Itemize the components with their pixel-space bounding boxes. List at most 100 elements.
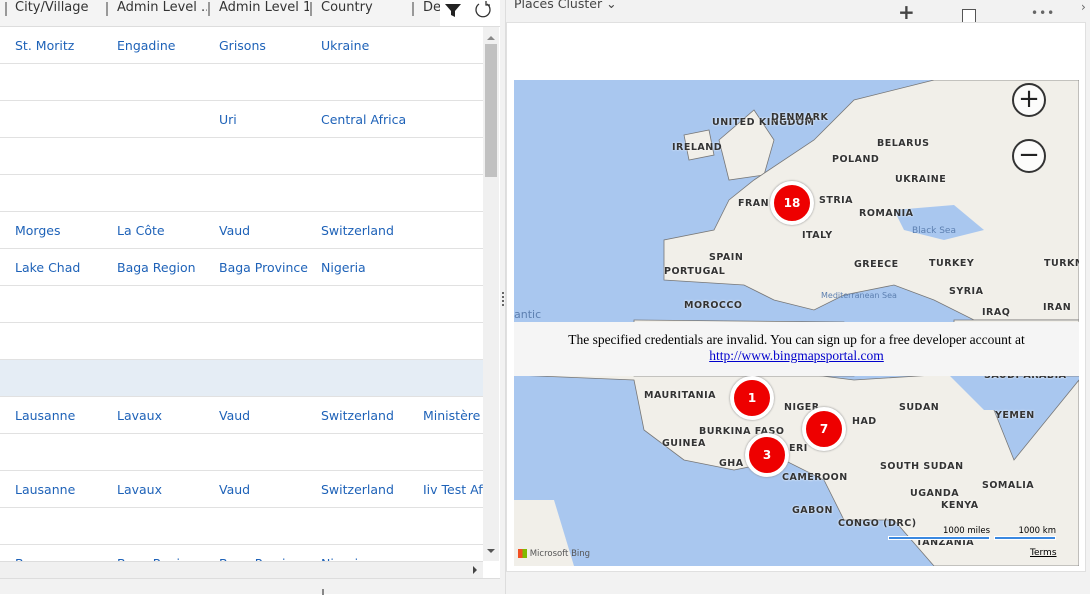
vertical-scrollbar[interactable] [483,27,499,561]
scrollbar-thumb[interactable] [485,44,497,177]
popout-icon[interactable] [962,9,976,23]
table-cell[interactable]: Grisons [219,27,317,64]
table-cell[interactable]: Lausanne [15,397,113,434]
cluster-marker[interactable]: 7 [802,407,846,451]
sea-label: Mediterranean Sea [821,291,897,300]
table-cell[interactable]: Baga Province [219,249,317,286]
map-label: GREECE [854,259,899,270]
scale-miles: 1000 miles [888,526,990,540]
table-row[interactable] [0,286,483,323]
map-label: UGANDA [910,488,960,499]
table-cell[interactable]: Central Africa [321,101,419,138]
horizontal-scrollbar[interactable] [0,561,483,578]
table-row[interactable] [0,175,483,212]
table-cell[interactable]: Iiv Test Aft [423,471,483,508]
terms-link[interactable]: Terms [1030,548,1057,558]
table-cell[interactable]: Lavaux [117,397,215,434]
refresh-icon[interactable] [473,0,493,20]
table-row[interactable] [0,138,483,175]
table-row[interactable]: St. Moritz Engadine Grisons Ukraine [0,27,483,64]
map-label: PORTUGAL [664,266,726,277]
table-cell[interactable]: Ukraine [321,27,419,64]
map-label: SUDAN [899,402,940,413]
plus-icon[interactable]: + [898,2,915,22]
zoom-in-button[interactable]: + [1012,83,1046,117]
filter-icon[interactable] [444,2,462,18]
table-cell[interactable]: Ministère c [423,397,483,434]
map-label: FRAN [738,198,770,209]
table-cell[interactable]: Lavaux [117,471,215,508]
table-row[interactable]: LausanneLavauxVaudSwitzerlandMinistère c [0,397,483,434]
map-label: IRELAND [672,142,723,153]
ellipsis-icon[interactable]: ••• [1031,6,1055,20]
table-cell[interactable]: St. Moritz [15,27,113,64]
grid-header: City/Village Admin Level ... Admin Level… [0,0,500,27]
map-label: CAMEROON [782,472,848,483]
sea-label: Black Sea [912,226,956,236]
map-label: UKRAINE [895,174,947,185]
bing-portal-link[interactable]: http://www.bingmapsportal.com [709,348,884,363]
map-label: DENMARK [771,112,829,123]
table-row[interactable] [0,508,483,545]
map-label: YEMEN [995,410,1035,421]
table-row[interactable]: Lake Chad Baga Region Baga Province Nigeria [0,249,483,286]
column-header-admin-level-2[interactable]: Admin Level ... [111,0,207,27]
column-header-city[interactable]: City/Village [9,0,105,27]
scroll-right-arrow[interactable] [473,566,481,574]
table-cell[interactable]: Vaud [219,212,317,249]
table-cell[interactable]: Switzerland [321,397,419,434]
places-cluster-panel: Places Cluster ⌄ + ••• › UNITED KINGDOM [506,0,1090,594]
zoom-out-button[interactable]: − [1012,139,1046,173]
bing-logo: Microsoft Bing [518,549,590,559]
table-row[interactable] [0,434,483,471]
map[interactable]: UNITED KINGDOM DENMARK IRELAND BELARUS P… [514,80,1079,566]
table-cell[interactable]: Vaud [219,397,317,434]
map-label: HAD [852,416,877,427]
cluster-marker[interactable]: 18 [770,181,814,225]
panel-title[interactable]: Places Cluster ⌄ [514,0,617,11]
table-row[interactable] [0,323,483,360]
table-cell[interactable]: Morges [15,212,113,249]
scroll-up-arrow[interactable] [487,32,495,40]
panel-content: UNITED KINGDOM DENMARK IRELAND BELARUS P… [506,22,1086,572]
table-row[interactable]: Uri Central Africa [0,101,483,138]
column-header-country[interactable]: Country [315,0,411,27]
table-cell[interactable]: Lausanne [15,471,113,508]
table-cell[interactable]: Uri [219,101,317,138]
column-header-admin-level-1[interactable]: Admin Level 1... [213,0,309,27]
scroll-down-arrow[interactable] [487,549,495,557]
table-row[interactable]: Morges La Côte Vaud Switzerland [0,212,483,249]
table-cell[interactable]: Vaud [219,471,317,508]
map-label: SYRIA [949,286,984,297]
cluster-marker[interactable]: 1 [730,376,774,420]
map-label: KENYA [941,500,979,511]
map-label: MOROCCO [684,300,743,311]
table-cell[interactable]: Switzerland [321,471,419,508]
microsoft-logo-icon [518,549,527,558]
grid-footer [0,578,500,595]
table-cell[interactable]: Lake Chad [15,249,113,286]
table-cell[interactable]: La Côte [117,212,215,249]
chevron-down-icon[interactable]: ⌄ [606,0,616,11]
table-row[interactable] [0,360,483,397]
table-cell[interactable]: Engadine [117,27,215,64]
data-grid: City/Village Admin Level ... Admin Level… [0,0,500,595]
table-row[interactable] [0,64,483,101]
table-cell[interactable]: Baga Region [117,249,215,286]
map-label: TURKEY [929,258,975,269]
map-label: POLAND [832,154,880,165]
table-cell[interactable]: Nigeria [321,249,419,286]
map-label: SPAIN [709,252,744,263]
map-label: STRIA [819,195,854,206]
table-row[interactable]: Lausanne Lavaux Vaud Switzerland Iiv Test Af… [0,471,483,508]
credentials-error: The specified credentials are invalid. Y… [514,322,1079,376]
table-cell[interactable]: Switzerland [321,212,419,249]
map-label: IRAQ [982,307,1011,318]
map-label: ERI [789,443,808,454]
panel-header: Places Cluster ⌄ + ••• › [506,0,1090,23]
sea-label: antic [514,308,542,321]
cluster-marker[interactable]: 3 [745,433,789,477]
chevron-right-icon[interactable]: › [1081,0,1086,14]
map-label: SOUTH SUDAN [880,461,964,472]
grid-tools [440,0,500,26]
